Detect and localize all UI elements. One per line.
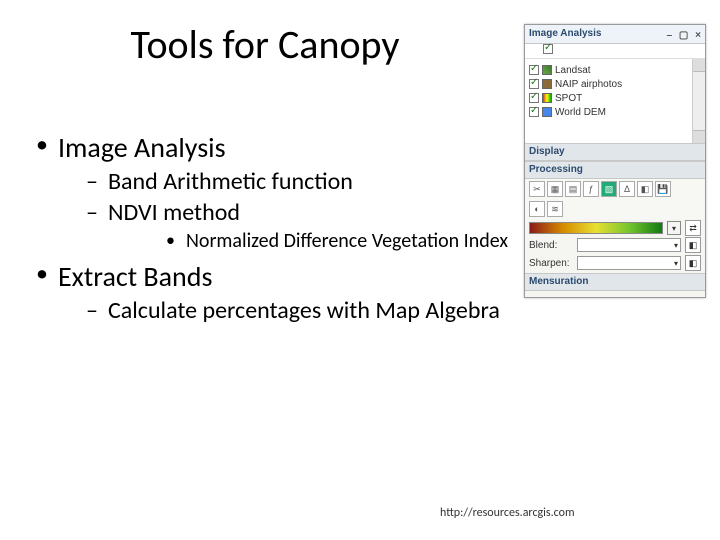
diff-icon[interactable]: Δ (619, 181, 635, 197)
bullet-text: NDVI method (108, 198, 240, 227)
image-analysis-panel: Image Analysis – ▢ × Landsat NAIP airpho… (524, 24, 706, 298)
layer-row[interactable]: Landsat (529, 63, 701, 77)
layer-swatch-icon (542, 107, 552, 117)
layer-label: World DEM (555, 107, 606, 118)
layer-label: Landsat (555, 65, 591, 76)
layer-row[interactable]: SPOT (529, 91, 701, 105)
layer-row[interactable]: World DEM (529, 105, 701, 119)
source-url: http://resources.arcgis.com (440, 506, 575, 520)
save-icon[interactable]: 💾 (655, 181, 671, 197)
function-icon[interactable]: ƒ (583, 181, 599, 197)
swap-icon[interactable]: ⇄ (685, 220, 701, 236)
ndvi-icon[interactable]: ▧ (601, 181, 617, 197)
color-ramp[interactable] (529, 222, 663, 234)
mosaic-icon[interactable]: ◧ (637, 181, 653, 197)
layer-label: NAIP airphotos (555, 79, 622, 90)
sharpen-combo-row: Sharpen: ▾ ◧ (529, 255, 701, 271)
section-head-processing[interactable]: Processing (525, 161, 705, 179)
checkbox-icon[interactable] (529, 65, 539, 75)
filter-icon[interactable]: ≋ (547, 201, 563, 217)
layer-label: SPOT (555, 93, 582, 104)
panel-title-text: Image Analysis (529, 28, 601, 39)
blend-combo-row: Blend: ▾ ◧ (529, 237, 701, 253)
sharpen-action-icon[interactable]: ◧ (685, 255, 701, 271)
chevron-down-icon: ▾ (674, 259, 678, 268)
mask-icon[interactable]: ▦ (547, 181, 563, 197)
scrollbar[interactable] (692, 59, 705, 143)
sharpen-label: Sharpen: (529, 258, 573, 269)
color-ramp-row: ▾ ⇄ (529, 222, 701, 234)
checkbox-icon[interactable] (529, 93, 539, 103)
section-head-display[interactable]: Display (525, 143, 705, 161)
panel-options-row[interactable] (525, 44, 705, 59)
dropdown-icon[interactable]: ▾ (667, 221, 681, 235)
panel-layer-list[interactable]: Landsat NAIP airphotos SPOT World DEM (525, 59, 705, 143)
bullet-map-algebra: Calculate percentages with Map Algebra (58, 296, 670, 325)
bullet-text: Image Analysis (58, 130, 226, 165)
blend-select[interactable]: ▾ (577, 238, 681, 252)
slide-title: Tools for Canopy (0, 20, 530, 69)
pan-sharpen-icon[interactable]: ◐ (529, 201, 545, 217)
composite-icon[interactable]: ▤ (565, 181, 581, 197)
chevron-down-icon: ▾ (674, 241, 678, 250)
blend-label: Blend: (529, 240, 573, 251)
section-head-mensuration[interactable]: Mensuration (525, 273, 705, 291)
checkbox-icon[interactable] (529, 79, 539, 89)
blend-action-icon[interactable]: ◧ (685, 237, 701, 253)
processing-toolbar-2: ◐ ≋ (525, 199, 705, 219)
processing-toolbar: ✂ ▦ ▤ ƒ ▧ Δ ◧ 💾 (525, 179, 705, 199)
checkbox-icon[interactable] (529, 107, 539, 117)
sharpen-select[interactable]: ▾ (577, 256, 681, 270)
checkbox-icon[interactable] (543, 44, 553, 54)
layer-swatch-icon (542, 93, 552, 103)
layer-swatch-icon (542, 79, 552, 89)
layer-swatch-icon (542, 65, 552, 75)
bullet-text: Extract Bands (58, 259, 212, 294)
clip-icon[interactable]: ✂ (529, 181, 545, 197)
window-controls[interactable]: – ▢ × (667, 27, 703, 45)
slide: Tools for Canopy Image Analysis Band Ari… (0, 0, 720, 540)
layer-row[interactable]: NAIP airphotos (529, 77, 701, 91)
